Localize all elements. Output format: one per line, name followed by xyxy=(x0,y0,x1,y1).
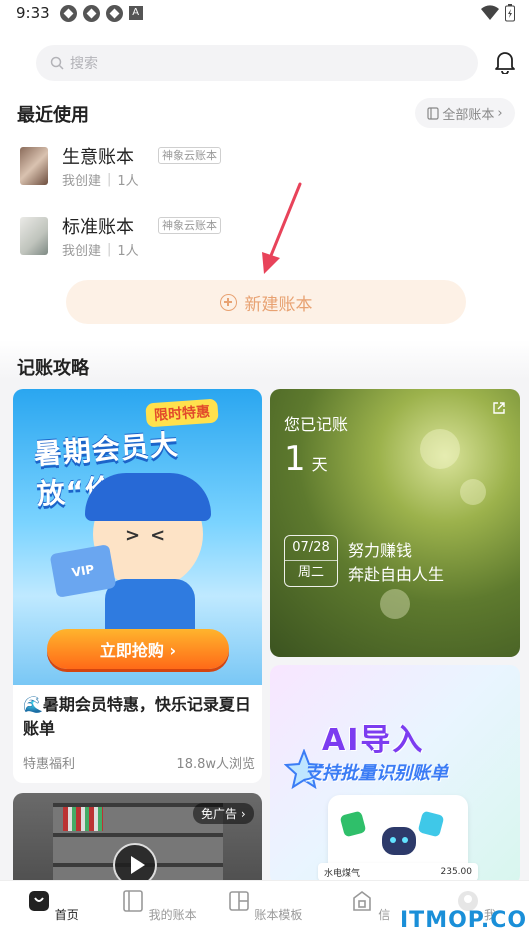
tab-label: 信 xyxy=(378,908,391,922)
plus-circle-icon xyxy=(219,293,237,311)
bokeh-light xyxy=(380,589,410,619)
book-icon xyxy=(122,890,143,912)
date-box: 07/28 周二 xyxy=(284,535,338,587)
template-icon xyxy=(228,891,249,911)
meta-separator: | xyxy=(107,242,112,257)
new-book-label: 新建账本 xyxy=(244,294,313,315)
chevron-right-icon: › xyxy=(497,105,503,121)
book-item-business[interactable]: 生意账本 神象云账本 我创建 | 1人 xyxy=(20,143,320,193)
promo-category: 特惠福利 xyxy=(23,757,76,772)
tab-label: 我的账本 xyxy=(148,908,197,922)
mascot-cap xyxy=(85,473,211,521)
book-name: 标准账本 xyxy=(62,217,134,238)
promo-description: 🌊暑期会员特惠，快乐记录夏日账单 xyxy=(23,695,251,738)
tab-home[interactable]: 首页 xyxy=(0,881,106,946)
book-creator: 我创建 xyxy=(62,174,102,189)
book-tag: 神象云账本 xyxy=(158,147,221,164)
book-creator: 我创建 xyxy=(62,244,102,259)
book-cover xyxy=(20,147,48,185)
app-notification-icon xyxy=(105,4,123,22)
all-books-label: 全部账本 xyxy=(442,107,495,123)
recent-section-title: 最近使用 xyxy=(17,105,89,126)
book-meta: 我创建 | 1人 xyxy=(62,240,139,259)
promo-footer: 特惠福利 18.8w人浏览 xyxy=(23,753,255,772)
wifi-icon xyxy=(481,5,499,21)
app-notification-icon xyxy=(59,4,77,22)
guide-section-title: 记账攻略 xyxy=(17,358,89,379)
record-label: 您已记账 xyxy=(284,415,349,434)
buy-now-button[interactable]: 立即抢购 › xyxy=(47,629,229,669)
motto-line: 奔赴自由人生 xyxy=(348,565,445,584)
mascot-face: >< xyxy=(125,525,176,546)
bokeh-light xyxy=(460,479,486,505)
promo-banner: 限时特惠 暑期会员大放“价” >< VIP 立即抢购 › xyxy=(13,389,262,685)
ai-sample-row: 水电煤气 235.00 xyxy=(318,863,478,881)
weekday-text: 周二 xyxy=(297,565,324,580)
battery-icon xyxy=(505,4,515,22)
search-icon xyxy=(50,56,64,70)
ai-row-label: 水电煤气 xyxy=(324,868,361,879)
search-input[interactable]: 搜索 xyxy=(36,45,478,81)
system-status-icons xyxy=(481,4,515,22)
ai-import-card[interactable]: AI导入 支持批量识别账单 水电煤气 235.00 xyxy=(270,665,520,885)
all-books-button[interactable]: 全部账本 › xyxy=(415,98,515,128)
status-time: 9:33 xyxy=(16,4,50,22)
tab-label: 账本模板 xyxy=(254,908,303,922)
tab-templates[interactable]: 账本模板 xyxy=(212,881,318,946)
bag-icon xyxy=(353,891,372,911)
app-notification-icon xyxy=(82,4,100,22)
book-tag: 神象云账本 xyxy=(158,217,221,234)
record-days-unit: 天 xyxy=(311,455,328,474)
no-ad-button[interactable]: 免广告 › xyxy=(193,803,254,824)
bell-icon[interactable] xyxy=(494,50,516,74)
video-card[interactable]: 免广告 › xyxy=(13,793,262,893)
record-days-number: 1 xyxy=(284,439,306,479)
date-text: 07/28 xyxy=(285,536,337,561)
book-name: 生意账本 xyxy=(62,147,134,168)
promo-card[interactable]: 限时特惠 暑期会员大放“价” >< VIP 立即抢购 › 🌊暑期会员特惠，快乐记… xyxy=(13,389,262,783)
ai-title: AI导入 xyxy=(322,723,425,758)
book-members: 1人 xyxy=(117,174,139,189)
share-icon[interactable] xyxy=(492,401,506,415)
tab-label: 首页 xyxy=(54,908,79,922)
notification-icons: A xyxy=(59,4,143,22)
book-icon xyxy=(427,106,439,120)
bokeh-light xyxy=(420,429,460,469)
new-book-button[interactable]: 新建账本 xyxy=(66,280,466,324)
ai-row-amount: 235.00 xyxy=(440,867,473,877)
ai-subtitle: 支持批量识别账单 xyxy=(304,763,448,784)
home-icon xyxy=(28,891,49,911)
watermark: ITMOP.COM xyxy=(400,908,529,933)
book-item-standard[interactable]: 标准账本 神象云账本 我创建 | 1人 xyxy=(20,213,320,263)
robot-icon xyxy=(382,827,416,855)
book-meta: 我创建 | 1人 xyxy=(62,170,139,189)
status-bar: 9:33 A xyxy=(0,0,529,26)
motto-line: 努力赚钱 xyxy=(348,541,413,560)
tab-my-books[interactable]: 我的账本 xyxy=(106,881,212,946)
book-members: 1人 xyxy=(117,244,139,259)
book-cover xyxy=(20,217,48,255)
search-placeholder: 搜索 xyxy=(70,56,98,72)
record-days-card[interactable]: 您已记账 1天 07/28 周二 努力赚钱 奔赴自由人生 xyxy=(270,389,520,657)
meta-separator: | xyxy=(107,172,112,187)
promo-views: 18.8w人浏览 xyxy=(176,757,255,772)
motto: 努力赚钱 奔赴自由人生 xyxy=(348,539,444,587)
record-days: 1天 xyxy=(284,439,328,479)
shelf-books xyxy=(63,807,103,831)
font-notification-icon: A xyxy=(128,5,143,20)
